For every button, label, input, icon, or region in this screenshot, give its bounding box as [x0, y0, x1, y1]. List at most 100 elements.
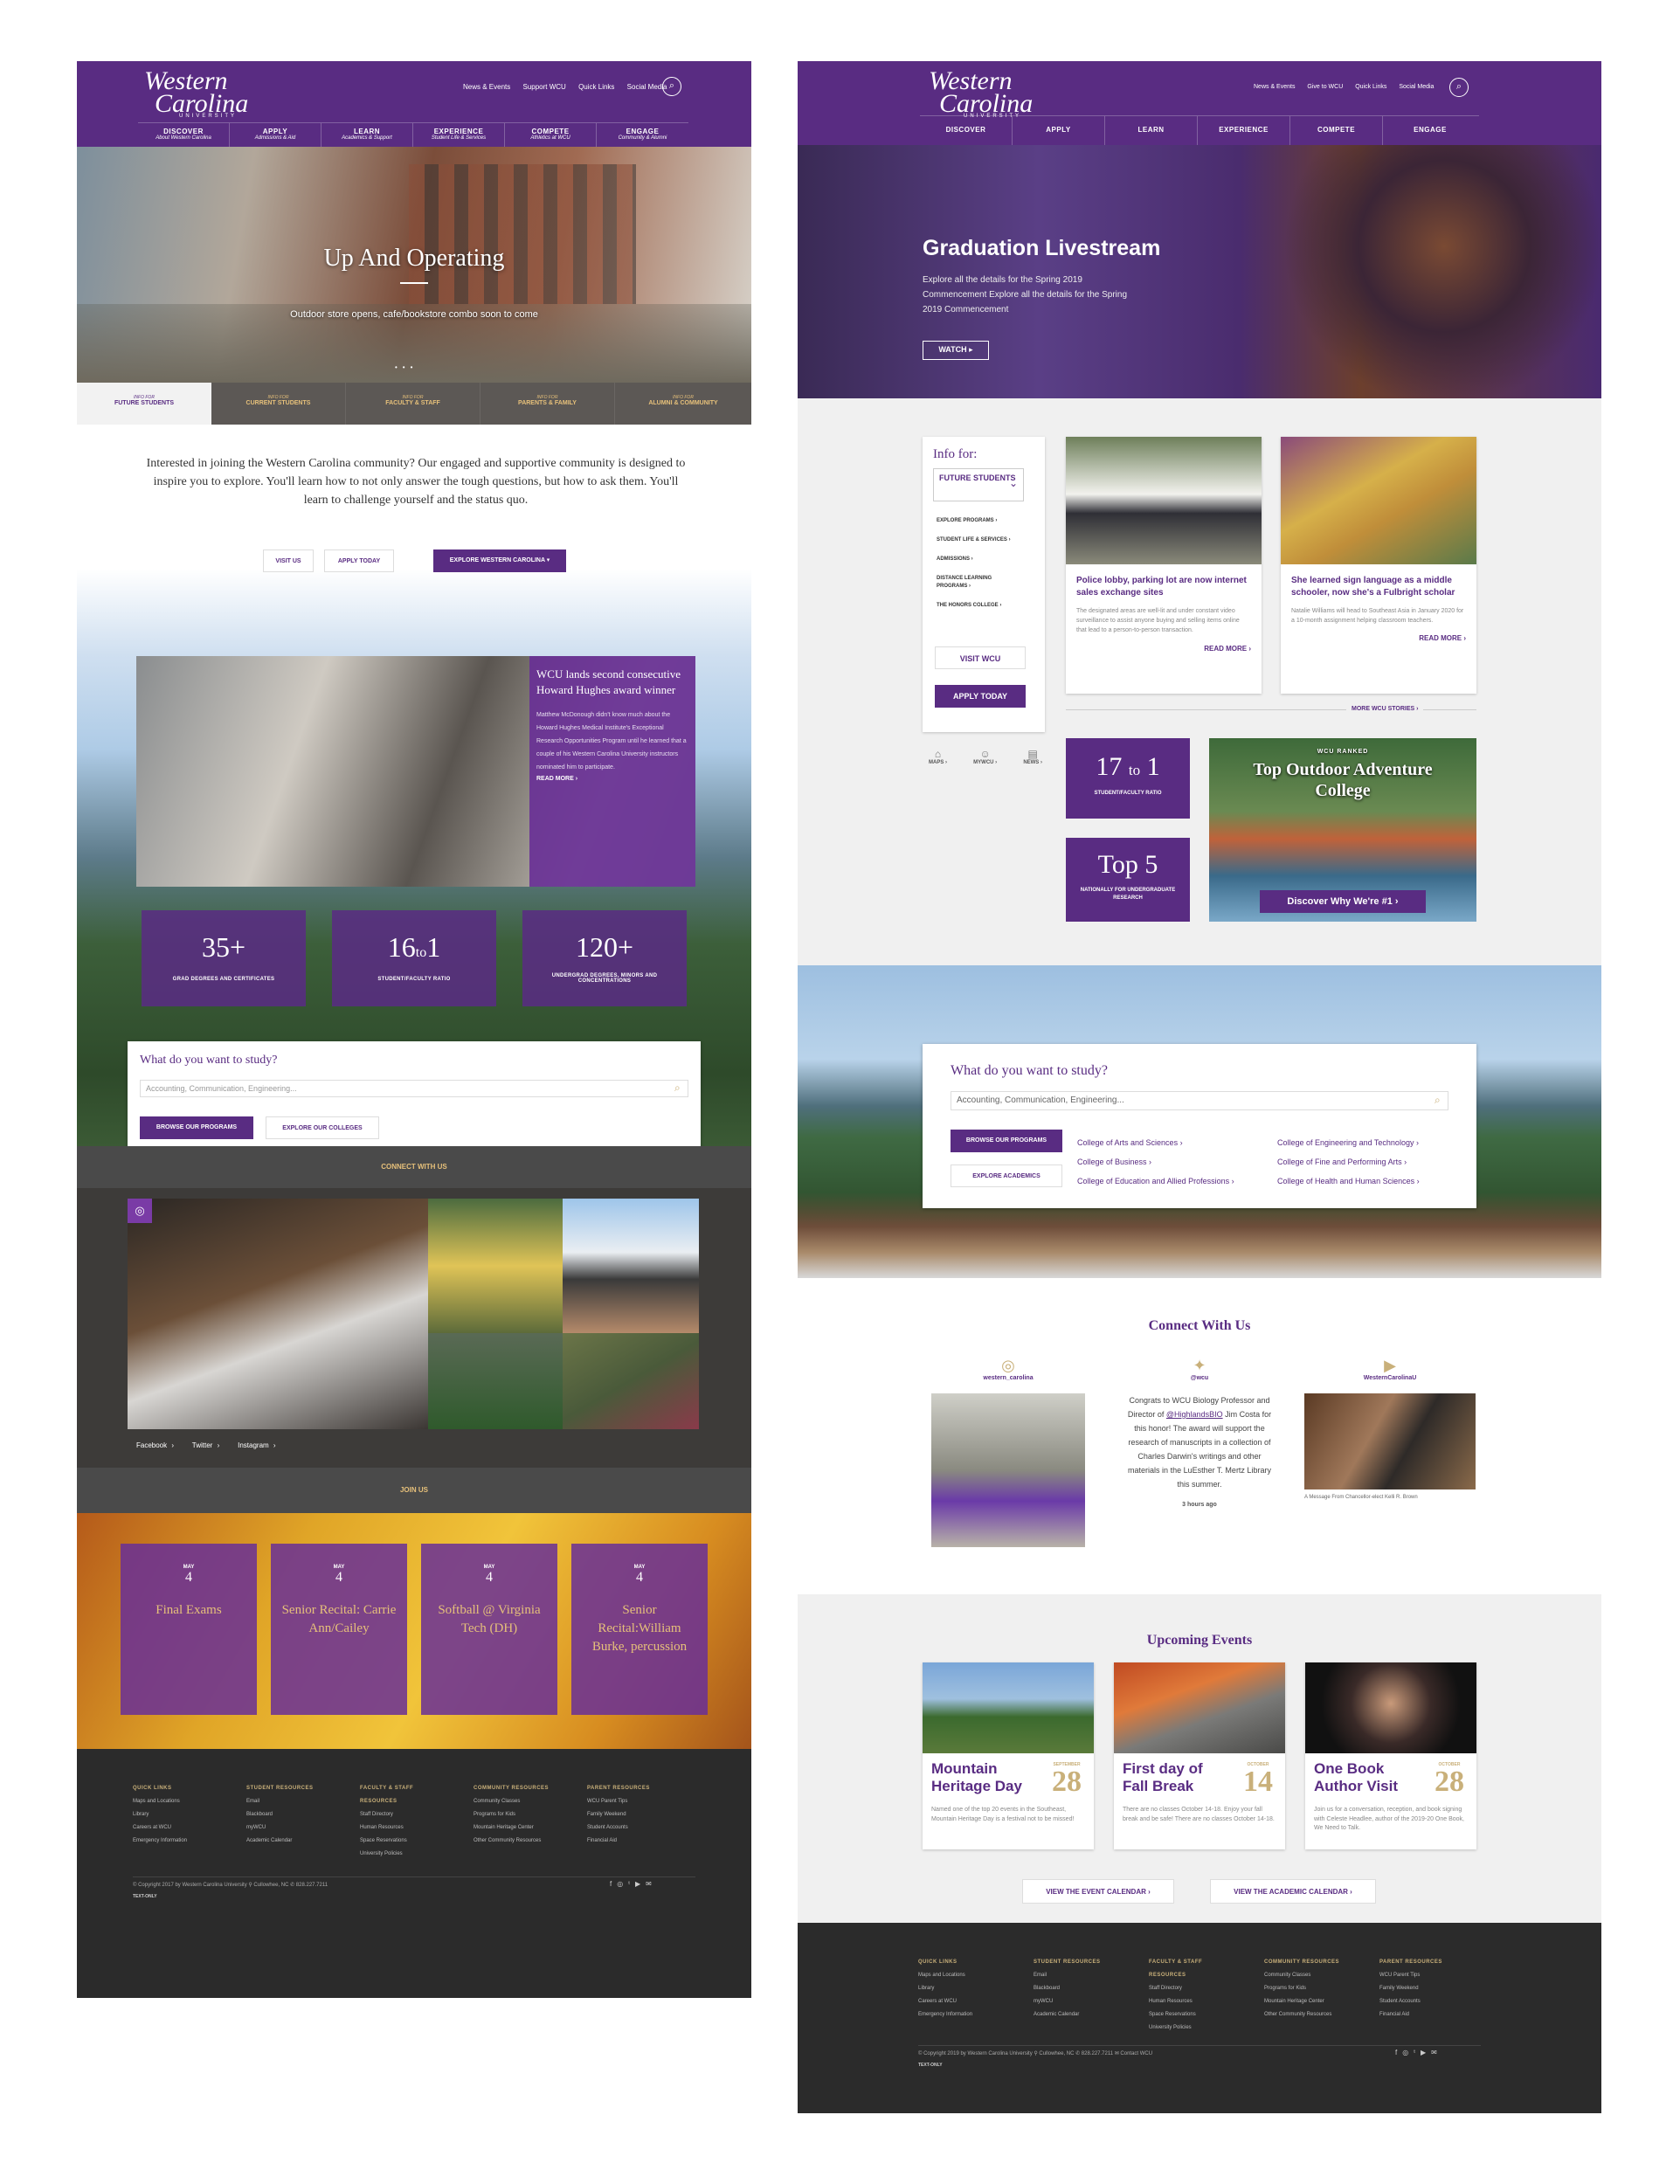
footer-link[interactable]: Maps and Locations: [133, 1795, 218, 1808]
text-only-link[interactable]: TEXT-ONLY: [918, 2063, 943, 2068]
twitter-handle[interactable]: @wcu: [1123, 1375, 1276, 1381]
info-link[interactable]: THE HONORS COLLEGE ›: [937, 602, 1024, 610]
event-card[interactable]: Mountain Heritage Day SEPTEMBER 28 Named…: [923, 1662, 1094, 1849]
news-link[interactable]: ▤ NEWS ›: [1023, 748, 1042, 765]
footer-social-icons[interactable]: f◎ᵗ▶✉: [1395, 2049, 1442, 2056]
footer-link[interactable]: Email: [1034, 1969, 1117, 1982]
util-support[interactable]: Support WCU: [522, 83, 565, 91]
nav-engage[interactable]: ENGAGE: [1383, 116, 1477, 145]
feature-read-more[interactable]: READ MORE ›: [536, 776, 688, 782]
footer-link[interactable]: University Policies: [360, 1848, 446, 1861]
youtube-handle[interactable]: WesternCarolinaU: [1304, 1375, 1476, 1381]
text-only-link[interactable]: TEXT-ONLY: [133, 1894, 157, 1899]
watch-button[interactable]: WATCH ▸: [923, 341, 989, 360]
explore-colleges-button[interactable]: EXPLORE OUR COLLEGES: [266, 1116, 379, 1139]
nav-engage[interactable]: ENGAGE Community & Alumni: [597, 123, 688, 147]
footer-link[interactable]: Financial Aid: [1379, 2008, 1463, 2022]
footer-link[interactable]: Maps and Locations: [918, 1969, 1002, 1982]
util-news-events[interactable]: News & Events: [463, 83, 510, 91]
footer-link[interactable]: Mountain Heritage Center: [474, 1821, 559, 1835]
college-link[interactable]: College of Education and Allied Professi…: [1077, 1171, 1234, 1191]
hero-pager-dots[interactable]: •••: [395, 363, 418, 371]
wcu-logo[interactable]: Western Carolina UNIVERSITY: [144, 68, 248, 119]
search-icon[interactable]: ⌕: [1449, 78, 1469, 97]
footer-link[interactable]: Financial Aid: [587, 1835, 673, 1848]
event-card[interactable]: MAY 4 Senior Recital:William Burke, perc…: [571, 1544, 708, 1715]
instagram-photo-lighthouse[interactable]: [563, 1199, 699, 1333]
college-link[interactable]: College of Engineering and Technology ›: [1277, 1133, 1420, 1152]
footer-link[interactable]: Library: [133, 1808, 218, 1821]
footer-link[interactable]: Blackboard: [246, 1808, 332, 1821]
nav-learn[interactable]: LEARN: [1105, 116, 1198, 145]
instagram-photo-hammock[interactable]: [563, 1333, 699, 1429]
event-card[interactable]: One Book Author Visit OCTOBER 28 Join us…: [1305, 1662, 1476, 1849]
search-icon[interactable]: ⌕: [662, 77, 681, 96]
footer-link[interactable]: Other Community Resources: [1264, 2008, 1348, 2022]
footer-link[interactable]: Academic Calendar: [246, 1835, 332, 1848]
event-calendar-button[interactable]: VIEW THE EVENT CALENDAR ›: [1022, 1879, 1174, 1904]
college-link[interactable]: College of Business ›: [1077, 1152, 1234, 1171]
footer-link[interactable]: Human Resources: [1149, 1995, 1233, 2008]
instagram-link[interactable]: Instagram ›: [238, 1441, 275, 1449]
footer-link[interactable]: Family Weekend: [1379, 1982, 1463, 1995]
footer-link[interactable]: Blackboard: [1034, 1982, 1117, 1995]
academic-calendar-button[interactable]: VIEW THE ACADEMIC CALENDAR ›: [1210, 1879, 1376, 1904]
footer-link[interactable]: Library: [918, 1982, 1002, 1995]
story-card[interactable]: Police lobby, parking lot are now intern…: [1066, 437, 1262, 694]
instagram-handle[interactable]: western_carolina: [931, 1375, 1085, 1381]
footer-link[interactable]: Student Accounts: [587, 1821, 673, 1835]
util-social-media[interactable]: Social Media: [627, 83, 667, 91]
footer-link[interactable]: Family Weekend: [587, 1808, 673, 1821]
footer-link[interactable]: Careers at WCU: [918, 1995, 1002, 2008]
nav-experience[interactable]: EXPERIENCE Student Life & Services: [413, 123, 505, 147]
twitter-icon[interactable]: ✦: [1123, 1357, 1276, 1375]
footer-social-icons[interactable]: f◎ᵗ▶✉: [610, 1880, 657, 1888]
wcu-logo[interactable]: Western Carolina UNIVERSITY: [929, 68, 1033, 119]
youtube-icon[interactable]: ▶: [1304, 1357, 1476, 1375]
search-icon[interactable]: ⌕: [1435, 1094, 1441, 1107]
nav-discover[interactable]: DISCOVER: [920, 116, 1013, 145]
event-card[interactable]: MAY 4 Senior Recital: Carrie Ann/Cailey: [271, 1544, 407, 1715]
maps-link[interactable]: ⌂ MAPS ›: [929, 748, 947, 765]
footer-link[interactable]: myWCU: [1034, 1995, 1117, 2008]
story-read-more[interactable]: READ MORE ›: [1291, 634, 1466, 642]
util-quick-links[interactable]: Quick Links: [1355, 84, 1386, 90]
twitter-link[interactable]: Twitter ›: [192, 1441, 219, 1449]
instagram-photo[interactable]: [931, 1393, 1085, 1547]
nav-compete[interactable]: COMPETE: [1290, 116, 1383, 145]
footer-link[interactable]: University Policies: [1149, 2022, 1233, 2035]
footer-link[interactable]: Careers at WCU: [133, 1821, 218, 1835]
instagram-photo-large[interactable]: [128, 1199, 428, 1429]
footer-link[interactable]: Academic Calendar: [1034, 2008, 1117, 2022]
nav-apply[interactable]: APPLY: [1013, 116, 1105, 145]
footer-link[interactable]: WCU Parent Tips: [1379, 1969, 1463, 1982]
footer-link[interactable]: Emergency Information: [918, 2008, 1002, 2022]
util-social-media[interactable]: Social Media: [1399, 84, 1434, 90]
footer-link[interactable]: Community Classes: [1264, 1969, 1348, 1982]
search-icon[interactable]: ⌕: [674, 1082, 681, 1095]
info-link[interactable]: ADMISSIONS ›: [937, 556, 1024, 563]
tab-future-students[interactable]: INFO FOR FUTURE STUDENTS: [77, 383, 211, 425]
footer-link[interactable]: Human Resources: [360, 1821, 446, 1835]
event-card[interactable]: MAY 4 Final Exams: [121, 1544, 257, 1715]
footer-link[interactable]: Community Classes: [474, 1795, 559, 1808]
nav-learn[interactable]: LEARN Academics & Support: [321, 123, 413, 147]
more-stories-link[interactable]: MORE WCU STORIES ›: [1346, 706, 1424, 712]
study-search-input[interactable]: Accounting, Communication, Engineering..…: [951, 1091, 1448, 1110]
util-give[interactable]: Give to WCU: [1307, 84, 1343, 90]
college-link[interactable]: College of Arts and Sciences ›: [1077, 1133, 1234, 1152]
event-card[interactable]: First day of Fall Break OCTOBER 14 There…: [1114, 1662, 1285, 1849]
story-read-more[interactable]: READ MORE ›: [1076, 645, 1251, 653]
tab-faculty-staff[interactable]: INFO FOR FACULTY & STAFF: [346, 383, 480, 425]
facebook-link[interactable]: Facebook ›: [136, 1441, 174, 1449]
footer-link[interactable]: Programs for Kids: [474, 1808, 559, 1821]
visit-wcu-button[interactable]: VISIT WCU: [935, 646, 1026, 669]
info-link[interactable]: STUDENT LIFE & SERVICES ›: [937, 536, 1024, 544]
apply-today-button[interactable]: APPLY TODAY: [935, 685, 1026, 708]
nav-apply[interactable]: APPLY Admissions & Aid: [230, 123, 321, 147]
tweet-mention-link[interactable]: @HighlandsBIO: [1166, 1410, 1223, 1419]
footer-link[interactable]: Programs for Kids: [1264, 1982, 1348, 1995]
footer-link[interactable]: Mountain Heritage Center: [1264, 1995, 1348, 2008]
footer-link[interactable]: Other Community Resources: [474, 1835, 559, 1848]
youtube-video-thumbnail[interactable]: [1304, 1393, 1476, 1489]
